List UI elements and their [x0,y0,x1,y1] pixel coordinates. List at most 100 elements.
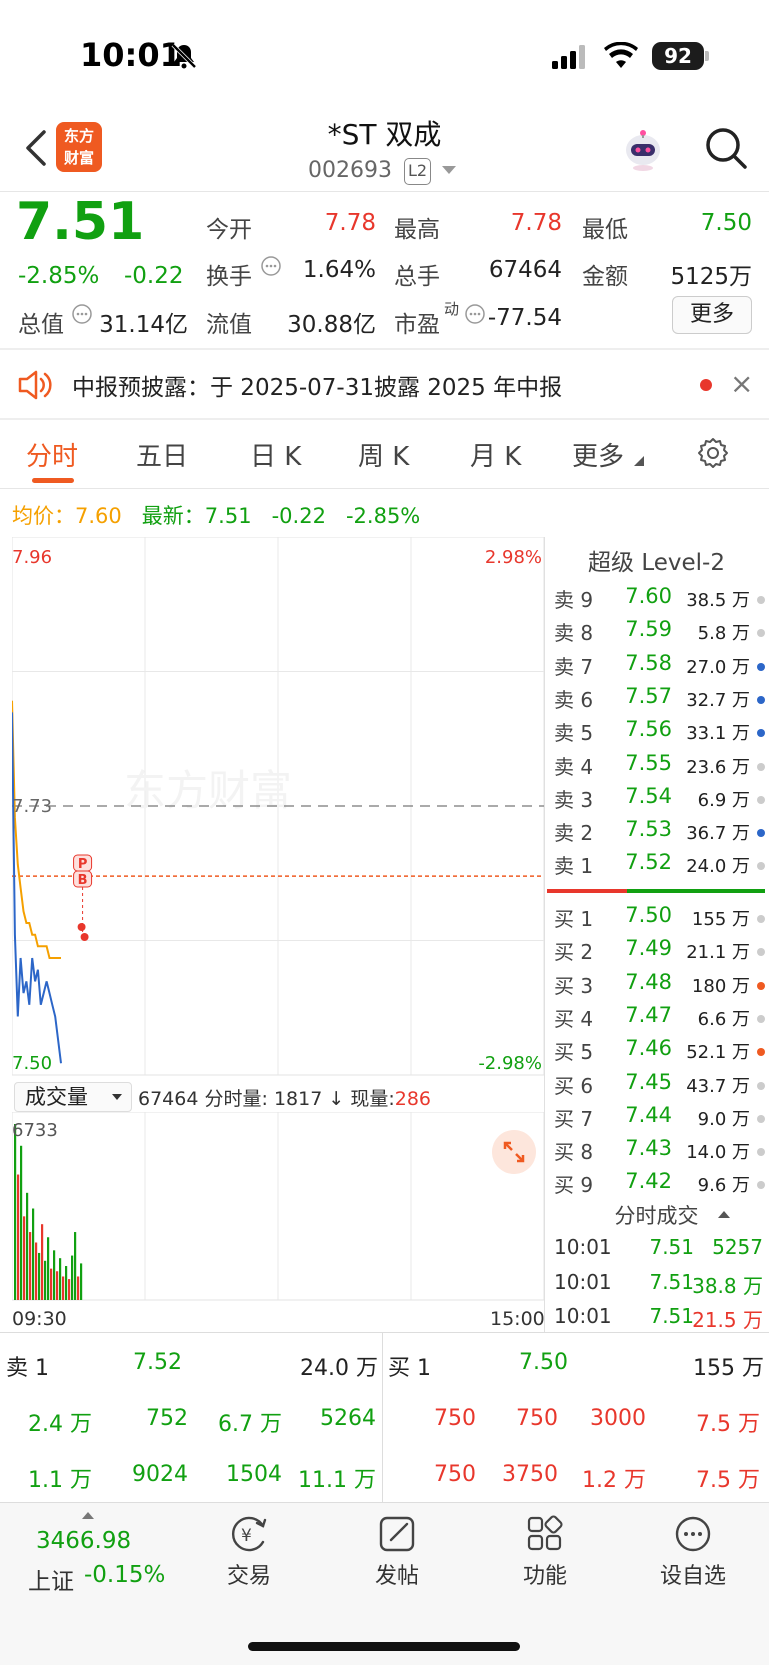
tab-monthly-k[interactable]: 月 K [470,436,521,473]
status-bar: 10:01 92 [0,0,769,110]
close-icon[interactable]: × [730,368,753,400]
volume-bar [65,1266,68,1300]
ask-volume: 36.7 万 [686,823,750,845]
index-change[interactable]: -0.15% [84,1562,165,1588]
volume-bar [62,1276,65,1300]
ask-level-label: 卖 2 [554,821,594,846]
cellular-signal-icon [552,45,585,69]
edit-icon [379,1516,415,1552]
ask-queue-item: 1.1 万 [28,1468,92,1493]
ask-row[interactable]: 卖 5 7.56 33.1 万 [544,714,769,747]
ask-row[interactable]: 卖 7 7.58 27.0 万 [544,648,769,681]
divider [382,1332,383,1502]
bid-row[interactable]: 买 2 7.49 21.1 万 [544,933,769,966]
ask-price: 7.60 [625,584,672,608]
ask-price: 7.57 [625,683,672,708]
index-name[interactable]: 上证 [28,1562,74,1596]
bid-row[interactable]: 买 5 7.46 52.1 万 [544,1033,769,1066]
active-tab-indicator [32,478,74,483]
more-quote-button[interactable]: 更多 [672,296,752,334]
chevron-down-icon[interactable] [112,1094,122,1100]
order-book-title[interactable]: 超级 Level-2 [544,543,769,577]
status-time: 10:01 [80,36,182,74]
bid-row[interactable]: 买 1 7.50 155 万 [544,900,769,933]
stock-code[interactable]: 002693 [308,158,392,183]
bid-price: 7.47 [625,1002,672,1027]
intraday-price-chart[interactable]: 东方财富 PB 7.96 7.50 7.73 2.98% -2.98% [12,537,544,1077]
index-value[interactable]: 3466.98 [36,1528,131,1554]
tab-intraday[interactable]: 分时 [26,436,78,473]
info-dots-icon[interactable] [71,303,93,325]
bid-queue-item: 7.5 万 [696,1412,760,1437]
ask-flag-dot [757,762,765,771]
search-icon[interactable] [702,124,750,172]
silent-bell-icon [171,43,197,69]
info-dots-icon[interactable] [464,303,486,325]
nav-trade[interactable]: ¥ 交易 [194,1514,304,1590]
nav-add-watchlist[interactable]: 设自选 [638,1514,748,1590]
bid-queue-item: 3750 [502,1462,558,1487]
bid-queue-item: 750 [516,1406,558,1431]
bid-row[interactable]: 买 3 7.48 180 万 [544,967,769,1000]
volume-bar [38,1252,41,1300]
bid-volume: 9.0 万 [697,1108,750,1130]
ai-robot-icon[interactable] [618,124,668,174]
bid-flag-dot [757,1014,765,1023]
info-dots-icon[interactable] [260,255,282,277]
bid-flag-dot [757,1148,765,1157]
chevron-down-icon[interactable] [442,166,456,174]
watermark-text: 东方财富 [124,766,292,815]
l2-badge[interactable]: L2 [404,158,431,185]
ask-row[interactable]: 卖 2 7.53 36.7 万 [544,814,769,847]
ask-row[interactable]: 卖 6 7.57 32.7 万 [544,681,769,714]
ask-row[interactable]: 卖 1 7.52 24.0 万 [544,847,769,880]
expand-icon[interactable] [492,1130,536,1174]
volume-bar [77,1276,80,1300]
tab-weekly-k[interactable]: 周 K [358,436,409,473]
tab-five-day[interactable]: 五日 [136,436,188,473]
bid-row[interactable]: 买 4 7.47 6.6 万 [544,1000,769,1033]
float-cap-value: 30.88亿 [287,312,376,338]
ask-row[interactable]: 卖 4 7.55 23.6 万 [544,748,769,781]
volume-bar [56,1271,59,1300]
notice-text[interactable]: 中报预披露：于 2025-07-31披露 2025 年中报 [72,368,562,402]
bid-flag-dot [757,981,765,990]
tab-more[interactable]: 更多 [572,436,624,473]
bid-row[interactable]: 买 6 7.45 43.7 万 [544,1067,769,1100]
tab-daily-k[interactable]: 日 K [250,436,301,473]
ask-level-label: 卖 1 [554,854,594,879]
nav-post-label: 发帖 [374,1564,419,1589]
volume-max-label: 6733 [12,1120,58,1141]
change-percent: -2.85% [18,263,100,289]
bid-row[interactable]: 买 7 7.44 9.0 万 [544,1100,769,1133]
ask-row[interactable]: 卖 8 7.59 5.8 万 [544,614,769,647]
ask-queue-item: 5264 [320,1406,376,1431]
bid-volume: 14.0 万 [686,1142,750,1164]
volume-bar [41,1224,44,1300]
volume-bar [32,1208,35,1300]
volume-bar [23,1216,26,1300]
ask-row[interactable]: 卖 9 7.60 38.5 万 [544,581,769,614]
volume-bar [29,1232,32,1300]
trade-point [80,933,89,941]
tick-row: 10:01 7.51 21.5 万 [544,1301,769,1335]
intraday-volume-chart[interactable]: 6733 09:30 [12,1112,544,1302]
volume-bar [50,1268,53,1300]
gear-icon[interactable] [696,436,730,470]
volume-bar [53,1250,56,1300]
ask-row[interactable]: 卖 3 7.54 6.9 万 [544,781,769,814]
bid-row[interactable]: 买 8 7.43 14.0 万 [544,1133,769,1166]
bid-volume: 180 万 [691,975,750,997]
chevron-up-icon[interactable] [718,1211,730,1218]
ask-flag-dot [757,729,765,738]
bid-queue-item: 3000 [590,1406,646,1431]
chevron-up-icon[interactable] [82,1512,94,1519]
bid-level-label: 买 3 [554,973,594,998]
latest-value: 7.51 [204,504,252,528]
bid-row[interactable]: 买 9 7.42 9.6 万 [544,1166,769,1199]
ticks-title[interactable]: 分时成交 [544,1200,769,1230]
nav-functions[interactable]: 功能 [490,1514,600,1590]
open-label: 今开 [206,217,252,243]
nav-post[interactable]: 发帖 [342,1514,452,1590]
bid-flag-dot [757,1048,765,1057]
